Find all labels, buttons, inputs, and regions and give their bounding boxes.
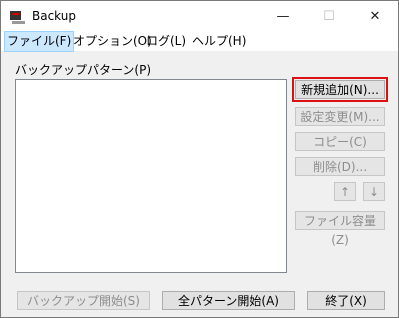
edit-pattern-button[interactable]: 設定変更(M)... — [295, 107, 385, 126]
close-button[interactable]: ✕ — [352, 1, 398, 32]
backup-app-icon — [10, 11, 25, 24]
menu-help[interactable]: ヘルプ(H) — [190, 32, 248, 51]
menu-options[interactable]: オプション(O) — [71, 32, 154, 51]
menu-file[interactable]: ファイル(F) — [4, 31, 75, 52]
move-up-button[interactable]: ↑ — [334, 182, 356, 201]
window-title: Backup — [32, 9, 76, 23]
pattern-list-label: バックアップパターン(P) — [15, 63, 152, 77]
copy-pattern-button[interactable]: コピー(C) — [295, 132, 385, 151]
start-backup-button[interactable]: バックアップ開始(S) — [17, 291, 150, 310]
menu-bar: ファイル(F) オプション(O) ログ(L) ヘルプ(H) — [1, 31, 398, 52]
pattern-listbox[interactable] — [15, 79, 287, 273]
menu-log[interactable]: ログ(L) — [144, 32, 188, 51]
file-size-button[interactable]: ファイル容量(Z) — [295, 211, 385, 247]
minimize-button[interactable]: — — [260, 1, 306, 32]
title-bar: Backup — ☐ ✕ — [1, 1, 398, 32]
exit-button[interactable]: 終了(X) — [307, 291, 385, 310]
backup-window: Backup — ☐ ✕ ファイル(F) オプション(O) ログ(L) ヘルプ(… — [0, 0, 399, 318]
delete-pattern-button[interactable]: 削除(D)... — [295, 157, 385, 176]
maximize-button[interactable]: ☐ — [306, 1, 352, 32]
new-pattern-button[interactable]: 新規追加(N)... — [292, 77, 388, 102]
start-all-patterns-button[interactable]: 全パターン開始(A) — [162, 291, 295, 310]
move-down-button[interactable]: ↓ — [363, 182, 385, 201]
